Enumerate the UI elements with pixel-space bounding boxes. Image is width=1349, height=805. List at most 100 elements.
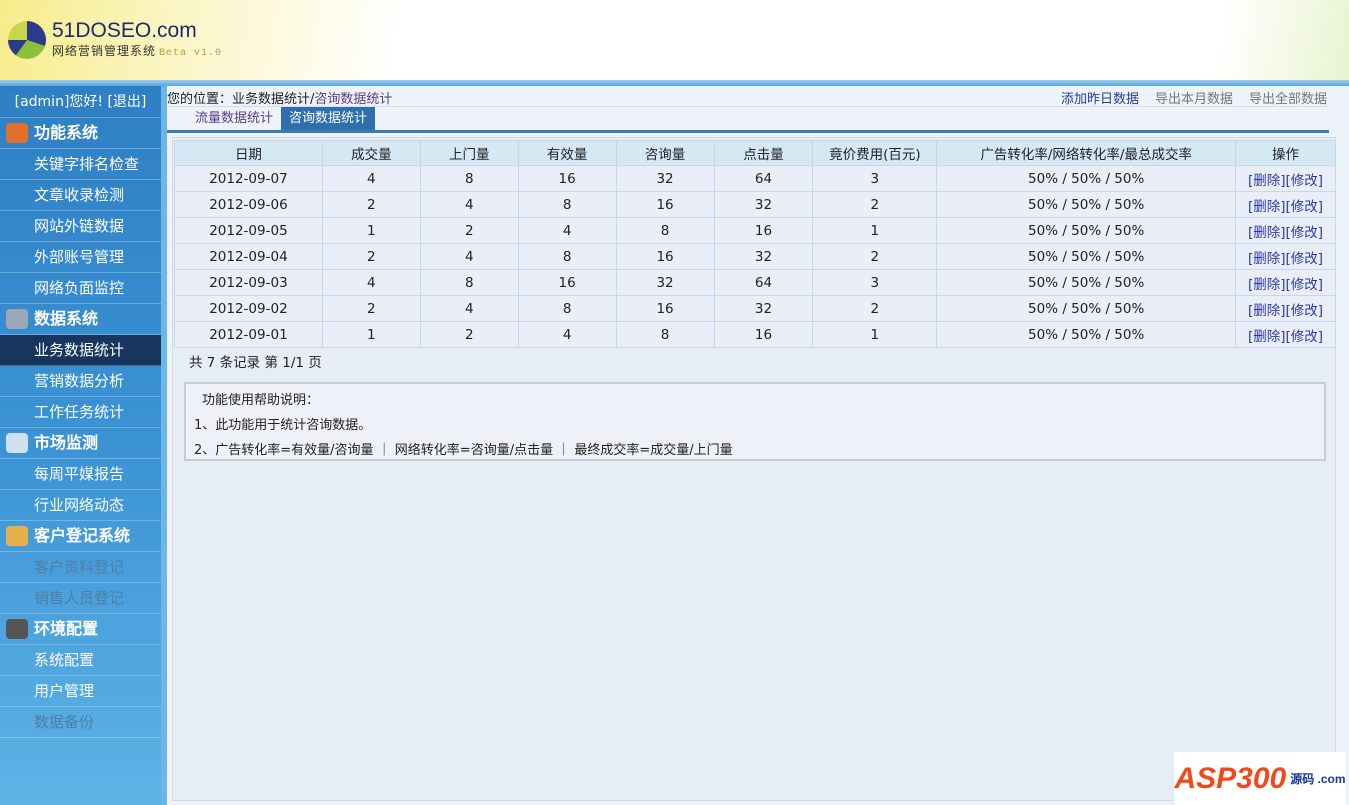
sidebar-item-label: 工作任务统计 — [34, 403, 125, 421]
sidebar-item-label: 市场监测 — [34, 433, 99, 452]
table-cell: 8 — [419, 165, 519, 192]
sidebar-item[interactable]: 数据备份 — [0, 707, 161, 738]
sidebar-item[interactable]: 网络负面监控 — [0, 273, 161, 304]
table-cell: 4 — [419, 243, 519, 270]
table-cell: 4 — [419, 191, 519, 218]
table-cell: 8 — [615, 321, 715, 348]
sidebar-item-label: 外部账号管理 — [34, 248, 125, 266]
delete-link[interactable]: [删除] — [1248, 199, 1286, 215]
table-cell: 64 — [713, 269, 814, 296]
edit-link[interactable]: [修改] — [1286, 225, 1324, 241]
export-month-link[interactable]: 导出本月数据 — [1155, 88, 1233, 107]
delete-link[interactable]: [删除] — [1248, 173, 1286, 189]
sidebar-category[interactable]: 市场监测 — [0, 428, 161, 459]
table-cell: 2 — [812, 191, 938, 218]
table-cell: 50% / 50% / 50% — [936, 243, 1237, 270]
row-actions: [删除][修改] — [1235, 321, 1336, 348]
sidebar-item-label: 数据系统 — [34, 309, 99, 328]
table-cell: 32 — [713, 295, 814, 322]
sidebar-item[interactable]: 系统配置 — [0, 645, 161, 676]
edit-link[interactable]: [修改] — [1286, 277, 1324, 293]
table-cell: 2 — [321, 243, 421, 270]
table-cell: 4 — [419, 295, 519, 322]
sidebar-item[interactable]: 网站外链数据 — [0, 211, 161, 242]
sidebar-category[interactable]: 环境配置 — [0, 614, 161, 645]
user-greeting-logout[interactable]: [admin]您好! [退出] — [0, 86, 161, 118]
main-content: 您的位置：业务数据统计/咨询数据统计 添加昨日数据 导出本月数据 导出全部数据 … — [167, 86, 1349, 805]
table-cell: 2012-09-04 — [174, 243, 323, 270]
row-actions: [删除][修改] — [1235, 269, 1336, 296]
table-cell: 2 — [419, 321, 519, 348]
table-cell: 2012-09-05 — [174, 217, 323, 244]
header: 51DOSEO.com 网络营销管理系统 Beta v1.0 — [0, 0, 1349, 80]
delete-link[interactable]: [删除] — [1248, 329, 1286, 345]
table-cell: 50% / 50% / 50% — [936, 321, 1237, 348]
sidebar-item[interactable]: 销售人员登记 — [0, 583, 161, 614]
sidebar-item[interactable]: 关键字排名检查 — [0, 149, 161, 180]
toolbar: 添加昨日数据 导出本月数据 导出全部数据 — [1061, 88, 1327, 107]
sidebar-item-label: 客户登记系统 — [34, 526, 131, 545]
table-cell: 16 — [713, 217, 814, 244]
edit-link[interactable]: [修改] — [1286, 303, 1324, 319]
column-header: 有效量 — [517, 140, 617, 166]
sidebar-item-label: 关键字排名检查 — [34, 155, 140, 173]
logo-title: 51DOSEO.com — [52, 19, 197, 42]
sidebar-item[interactable]: 工作任务统计 — [0, 397, 161, 428]
tab-consult-stats[interactable]: 咨询数据统计 — [281, 107, 376, 130]
edit-link[interactable]: [修改] — [1286, 199, 1324, 215]
row-actions: [删除][修改] — [1235, 217, 1336, 244]
help-line: 1、此功能用于统计咨询数据。 — [194, 418, 372, 433]
tab-traffic-stats[interactable]: 流量数据统计 — [187, 107, 281, 130]
table-row: 2012-09-04 2 4 8 16 32 2 50% / 50% / 50% [删除][修改… — [174, 243, 1336, 270]
table-cell: 8 — [615, 217, 715, 244]
table-cell: 4 — [517, 217, 617, 244]
content-panel: 日期 成交量 上门量 有效量 咨询量 点击量 竟价费用(百元) 广告转化率/网络转化率/最总成… — [172, 137, 1336, 801]
sidebar-item[interactable]: 每周平媒报告 — [0, 459, 161, 490]
sidebar-category[interactable]: 数据系统 — [0, 304, 161, 335]
sidebar-item[interactable]: 客户资料登记 — [0, 552, 161, 583]
delete-link[interactable]: [删除] — [1248, 251, 1286, 267]
edit-link[interactable]: [修改] — [1286, 329, 1324, 345]
users-icon — [6, 526, 28, 546]
logo-subtitle: 网络营销管理系统 — [52, 44, 157, 58]
logo-swirl-icon — [8, 20, 46, 59]
table-cell: 4 — [517, 321, 617, 348]
table-cell: 1 — [812, 321, 938, 348]
table-cell: 2 — [812, 243, 938, 270]
sidebar-item[interactable]: 行业网络动态 — [0, 490, 161, 521]
sidebar-category[interactable]: 客户登记系统 — [0, 521, 161, 552]
table-cell: 50% / 50% / 50% — [936, 191, 1237, 218]
column-header: 上门量 — [419, 140, 519, 166]
sidebar-category[interactable]: 功能系统 — [0, 118, 161, 149]
export-all-link[interactable]: 导出全部数据 — [1249, 88, 1327, 107]
table-cell: 50% / 50% / 50% — [936, 217, 1237, 244]
delete-link[interactable]: [删除] — [1248, 225, 1286, 241]
row-actions: [删除][修改] — [1235, 295, 1336, 322]
sidebar-item-label: 系统配置 — [34, 651, 95, 669]
breadcrumb-current: 咨询数据统计 — [314, 92, 393, 107]
table-cell: 64 — [713, 165, 814, 192]
sidebar-item[interactable]: 用户管理 — [0, 676, 161, 707]
table-cell: 16 — [517, 165, 617, 192]
help-box: 功能使用帮助说明： 1、此功能用于统计咨询数据。 2、广告转化率=有效量/咨询量… — [184, 382, 1326, 461]
delete-link[interactable]: [删除] — [1248, 303, 1286, 319]
table-cell: 3 — [812, 269, 938, 296]
sidebar-item[interactable]: 文章收录检测 — [0, 180, 161, 211]
add-yesterday-data-link[interactable]: 添加昨日数据 — [1061, 88, 1139, 107]
table-cell: 32 — [615, 165, 715, 192]
table-row: 2012-09-07 4 8 16 32 64 3 50% / 50% / 50% [删除][修… — [174, 165, 1336, 192]
sidebar-item-label: 销售人员登记 — [34, 589, 125, 607]
sidebar-item[interactable]: 营销数据分析 — [0, 366, 161, 397]
table-cell: 2012-09-06 — [174, 191, 323, 218]
sidebar-item[interactable]: 外部账号管理 — [0, 242, 161, 273]
edit-link[interactable]: [修改] — [1286, 173, 1324, 189]
table-cell: 16 — [615, 243, 715, 270]
column-header: 竟价费用(百元) — [812, 140, 938, 166]
table-cell: 1 — [321, 217, 421, 244]
table-cell: 2012-09-02 — [174, 295, 323, 322]
delete-link[interactable]: [删除] — [1248, 277, 1286, 293]
table-cell: 50% / 50% / 50% — [936, 165, 1237, 192]
sidebar-item[interactable]: 业务数据统计 — [0, 335, 161, 366]
table-row: 2012-09-02 2 4 8 16 32 2 50% / 50% / 50% [删除][修改… — [174, 295, 1336, 322]
edit-link[interactable]: [修改] — [1286, 251, 1324, 267]
